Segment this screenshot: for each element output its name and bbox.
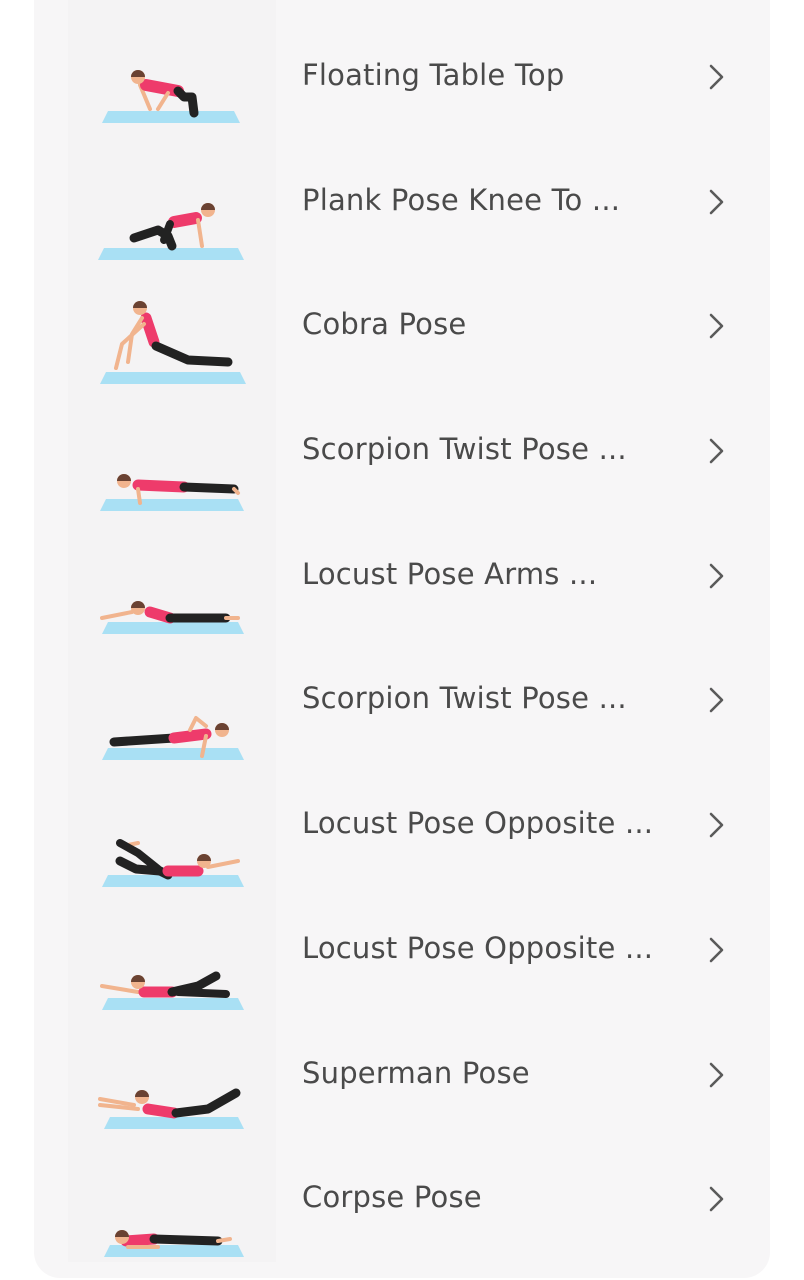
list-item[interactable]: Floating Table Top (34, 15, 770, 140)
chevron-right-icon (706, 685, 728, 715)
chevron-right-icon (706, 62, 728, 92)
locust-opposite-2-illustration (98, 888, 248, 1012)
exercise-name: Scorpion Twist Pose ... (302, 681, 627, 716)
list-item[interactable]: Locust Pose Arms ... (34, 514, 770, 639)
superman-pose-illustration (98, 1013, 248, 1137)
list-item[interactable]: Scorpion Twist Pose ... (34, 638, 770, 763)
list-item[interactable]: Superman Pose (34, 1013, 770, 1138)
list-item[interactable]: Corpse Pose (34, 1137, 770, 1262)
list-item[interactable]: Cobra Pose (34, 264, 770, 389)
chevron-right-icon (706, 436, 728, 466)
exercise-name: Locust Pose Arms ... (302, 556, 598, 591)
list-item[interactable]: Locust Pose Opposite ... (34, 763, 770, 888)
corpse-pose-illustration (98, 1137, 248, 1261)
exercise-name: Corpse Pose (302, 1180, 482, 1215)
chevron-right-icon (706, 810, 728, 840)
exercise-name: Floating Table Top (302, 58, 565, 92)
list-item[interactable]: Plank Pose Knee To ... (34, 140, 770, 265)
chevron-right-icon (706, 561, 728, 591)
locust-opposite-illustration (98, 763, 248, 888)
floating-table-top-illustration (98, 15, 248, 139)
chevron-right-icon (706, 935, 728, 965)
scorpion-twist-illustration (98, 389, 248, 513)
locust-arms-illustration (98, 514, 248, 638)
chevron-right-icon (706, 187, 728, 217)
exercise-name: Locust Pose Opposite ... (302, 806, 654, 841)
exercise-name: Cobra Pose (302, 307, 467, 342)
cobra-pose-illustration (98, 264, 248, 388)
chevron-right-icon (706, 1184, 728, 1214)
exercise-name: Scorpion Twist Pose ... (302, 432, 627, 467)
list-item[interactable]: Locust Pose Opposite ... (34, 888, 770, 1013)
plank-knee-to-illustration (98, 140, 248, 264)
list-item[interactable]: Scorpion Twist Pose ... (34, 389, 770, 514)
scorpion-twist-2-illustration (98, 638, 248, 762)
exercise-name: Plank Pose Knee To ... (302, 182, 621, 217)
exercise-list: Floating Table Top Plank Pose Knee To ..… (34, 15, 770, 1262)
exercise-name: Locust Pose Opposite ... (302, 930, 654, 965)
chevron-right-icon (706, 311, 728, 341)
chevron-right-icon (706, 1060, 728, 1090)
exercise-name: Superman Pose (302, 1055, 530, 1090)
